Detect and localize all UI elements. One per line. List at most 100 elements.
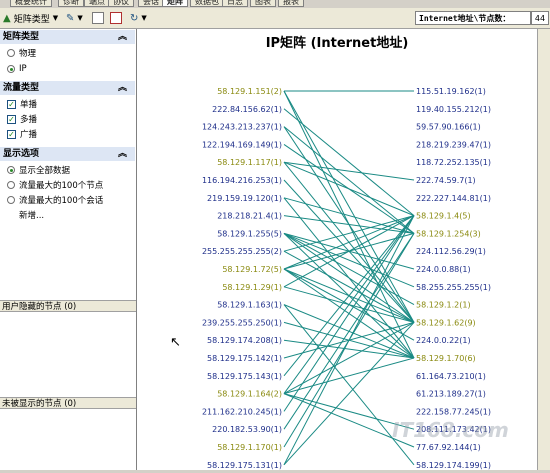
traffic-type-section-header[interactable]: 流量类型 ︽ [0,81,135,95]
left-node-label[interactable]: 58.129.1.170(1) [217,443,282,452]
vertical-scrollbar[interactable] [537,29,550,470]
tab-5[interactable]: 矩阵 [162,0,188,7]
left-node-label[interactable]: 218.218.21.4(1) [217,212,282,221]
document-button[interactable] [92,10,104,26]
tab-6[interactable]: 数据包 [190,0,224,7]
right-node-label[interactable]: 118.72.252.135(1) [416,158,491,167]
left-node-label[interactable]: 220.182.53.90(1) [212,425,282,434]
tab-0[interactable]: 概要统计 [10,0,52,7]
right-node-label[interactable]: 224.112.56.29(1) [416,247,486,256]
left-node-label[interactable]: 255.255.255.255(2) [202,247,282,256]
radio-icon [7,49,15,57]
radio-physical-label: 物理 [19,49,37,59]
left-node-label[interactable]: 58.129.1.255(5) [217,229,282,238]
left-node-label[interactable]: 58.129.1.117(1) [217,158,282,167]
options-sidebar: 矩阵类型 ︽ 物理 IP 流量类型 ︽ ✓ 单播 ✓ 多播 ✓ 广播 显示选项 … [0,29,137,470]
radio-top-sessions-label: 流量最大的100个会话 [19,196,104,206]
right-node-label[interactable]: 222.158.77.245(1) [416,407,491,416]
tab-7[interactable]: 日志 [222,0,248,7]
right-node-label[interactable]: 61.213.189.27(1) [416,390,486,399]
left-node-label[interactable]: 219.159.19.120(1) [207,194,282,203]
chart-title: IP矩阵 (Internet地址) [265,36,409,51]
document-icon [92,12,104,24]
right-node-label[interactable]: 115.51.19.162(1) [416,87,486,96]
right-node-label[interactable]: 119.40.155.212(1) [416,105,491,114]
left-node-label[interactable]: 58.129.174.208(1) [207,336,282,345]
collapse-icon[interactable]: ︽ [118,147,127,161]
matrix-type-button[interactable]: ▲ 矩阵类型 ▼ [3,10,58,26]
add-option-label: 新增... [19,211,45,221]
left-node-label[interactable]: 239.255.255.250(1) [202,318,282,327]
right-node-label[interactable]: 218.219.239.47(1) [416,140,491,149]
right-node-label[interactable]: 58.129.1.70(6) [416,354,476,363]
checkbox-unicast-label: 单播 [20,100,38,110]
right-node-label[interactable]: 58.129.1.62(9) [416,318,476,327]
tab-1[interactable]: 诊断 [58,0,84,7]
right-node-label[interactable]: 58.129.1.4(5) [416,212,471,221]
radio-top-sessions[interactable]: 流量最大的100个会话 [7,193,103,207]
left-node-label[interactable]: 58.129.175.131(1) [207,461,282,470]
left-node-label[interactable]: 58.129.175.143(1) [207,372,282,381]
connection-line [283,215,415,234]
right-node-label[interactable]: 224.0.0.22(1) [416,336,471,345]
collapse-icon[interactable]: ︽ [118,81,127,95]
tab-2[interactable]: 端点 [84,0,110,7]
checkbox-broadcast[interactable]: ✓ 广播 [7,127,37,141]
radio-ip-label: IP [19,64,27,74]
checkbox-icon: ✓ [7,114,16,124]
tab-8[interactable]: 图表 [250,0,276,7]
left-node-label[interactable]: 58.129.175.142(1) [207,354,282,363]
export-button[interactable] [110,10,122,26]
display-options-section-title: 显示选项 [3,149,40,159]
connection-line [283,215,415,288]
radio-icon [7,181,15,189]
traffic-type-section-title: 流量类型 [3,83,40,93]
right-node-label[interactable]: 59.57.90.166(1) [416,123,481,132]
unshown-nodes-panel-header[interactable]: 未被显示的节点 (0) [0,397,136,409]
tab-4[interactable]: 会话 [138,0,164,7]
export-icon [110,12,122,24]
left-node-label[interactable]: 58.129.1.29(1) [222,283,282,292]
hidden-nodes-panel-header[interactable]: 用户隐藏的节点 (0) [0,300,136,312]
right-node-label[interactable]: 58.129.1.254(3) [416,229,481,238]
right-node-label[interactable]: 77.67.92.144(1) [416,443,481,452]
connection-line [283,215,415,412]
display-options-section-header[interactable]: 显示选项 ︽ [0,147,135,161]
filter-button[interactable]: ✎ ▼ [66,10,83,26]
radio-top-nodes[interactable]: 流量最大的100个节点 [7,178,103,192]
radio-ip[interactable]: IP [7,62,27,76]
ip-matrix-chart: 58.129.1.151(2) 222.84.156.62(1) 124.243.2… [202,87,491,470]
right-node-label[interactable]: 58.129.1.2(1) [416,301,471,310]
tab-9[interactable]: 报表 [278,0,304,7]
right-node-label[interactable]: 61.164.73.210(1) [416,372,486,381]
matrix-type-section-header[interactable]: 矩阵类型 ︽ [0,30,135,44]
matrix-type-icon: ▲ [3,12,11,24]
chevron-down-icon: ▼ [52,14,59,22]
radio-show-all[interactable]: 显示全部数据 [7,163,70,177]
right-node-label[interactable]: 222.227.144.81(1) [416,194,491,203]
left-node-label[interactable]: 122.194.169.149(1) [202,140,282,149]
right-node-label[interactable]: 222.74.59.7(1) [416,176,476,185]
radio-physical[interactable]: 物理 [7,46,36,60]
left-node-label[interactable]: 58.129.1.72(5) [222,265,282,274]
right-node-label[interactable]: 58.129.174.199(1) [416,461,491,470]
refresh-icon: ↻ [130,12,139,24]
connection-line [283,215,415,377]
checkbox-unicast[interactable]: ✓ 单播 [7,97,37,111]
left-node-label[interactable]: 222.84.156.62(1) [212,105,282,114]
left-node-label[interactable]: 58.129.1.164(2) [217,390,282,399]
left-node-label[interactable]: 116.194.216.253(1) [202,176,282,185]
connection-line [283,232,415,288]
left-node-label[interactable]: 124.243.213.237(1) [202,123,282,132]
connection-line [283,197,415,359]
checkbox-multicast[interactable]: ✓ 多播 [7,112,37,126]
add-option-link[interactable]: 新增... [19,208,44,222]
right-node-label[interactable]: 224.0.0.88(1) [416,265,471,274]
collapse-icon[interactable]: ︽ [118,30,127,44]
refresh-button[interactable]: ↻ ▼ [130,10,147,26]
tab-3[interactable]: 协议 [108,0,134,7]
left-node-label[interactable]: 58.129.1.163(1) [217,301,282,310]
left-node-label[interactable]: 58.129.1.151(2) [217,87,282,96]
right-node-label[interactable]: 58.255.255.255(1) [416,283,491,292]
left-node-label[interactable]: 211.162.210.245(1) [202,407,282,416]
